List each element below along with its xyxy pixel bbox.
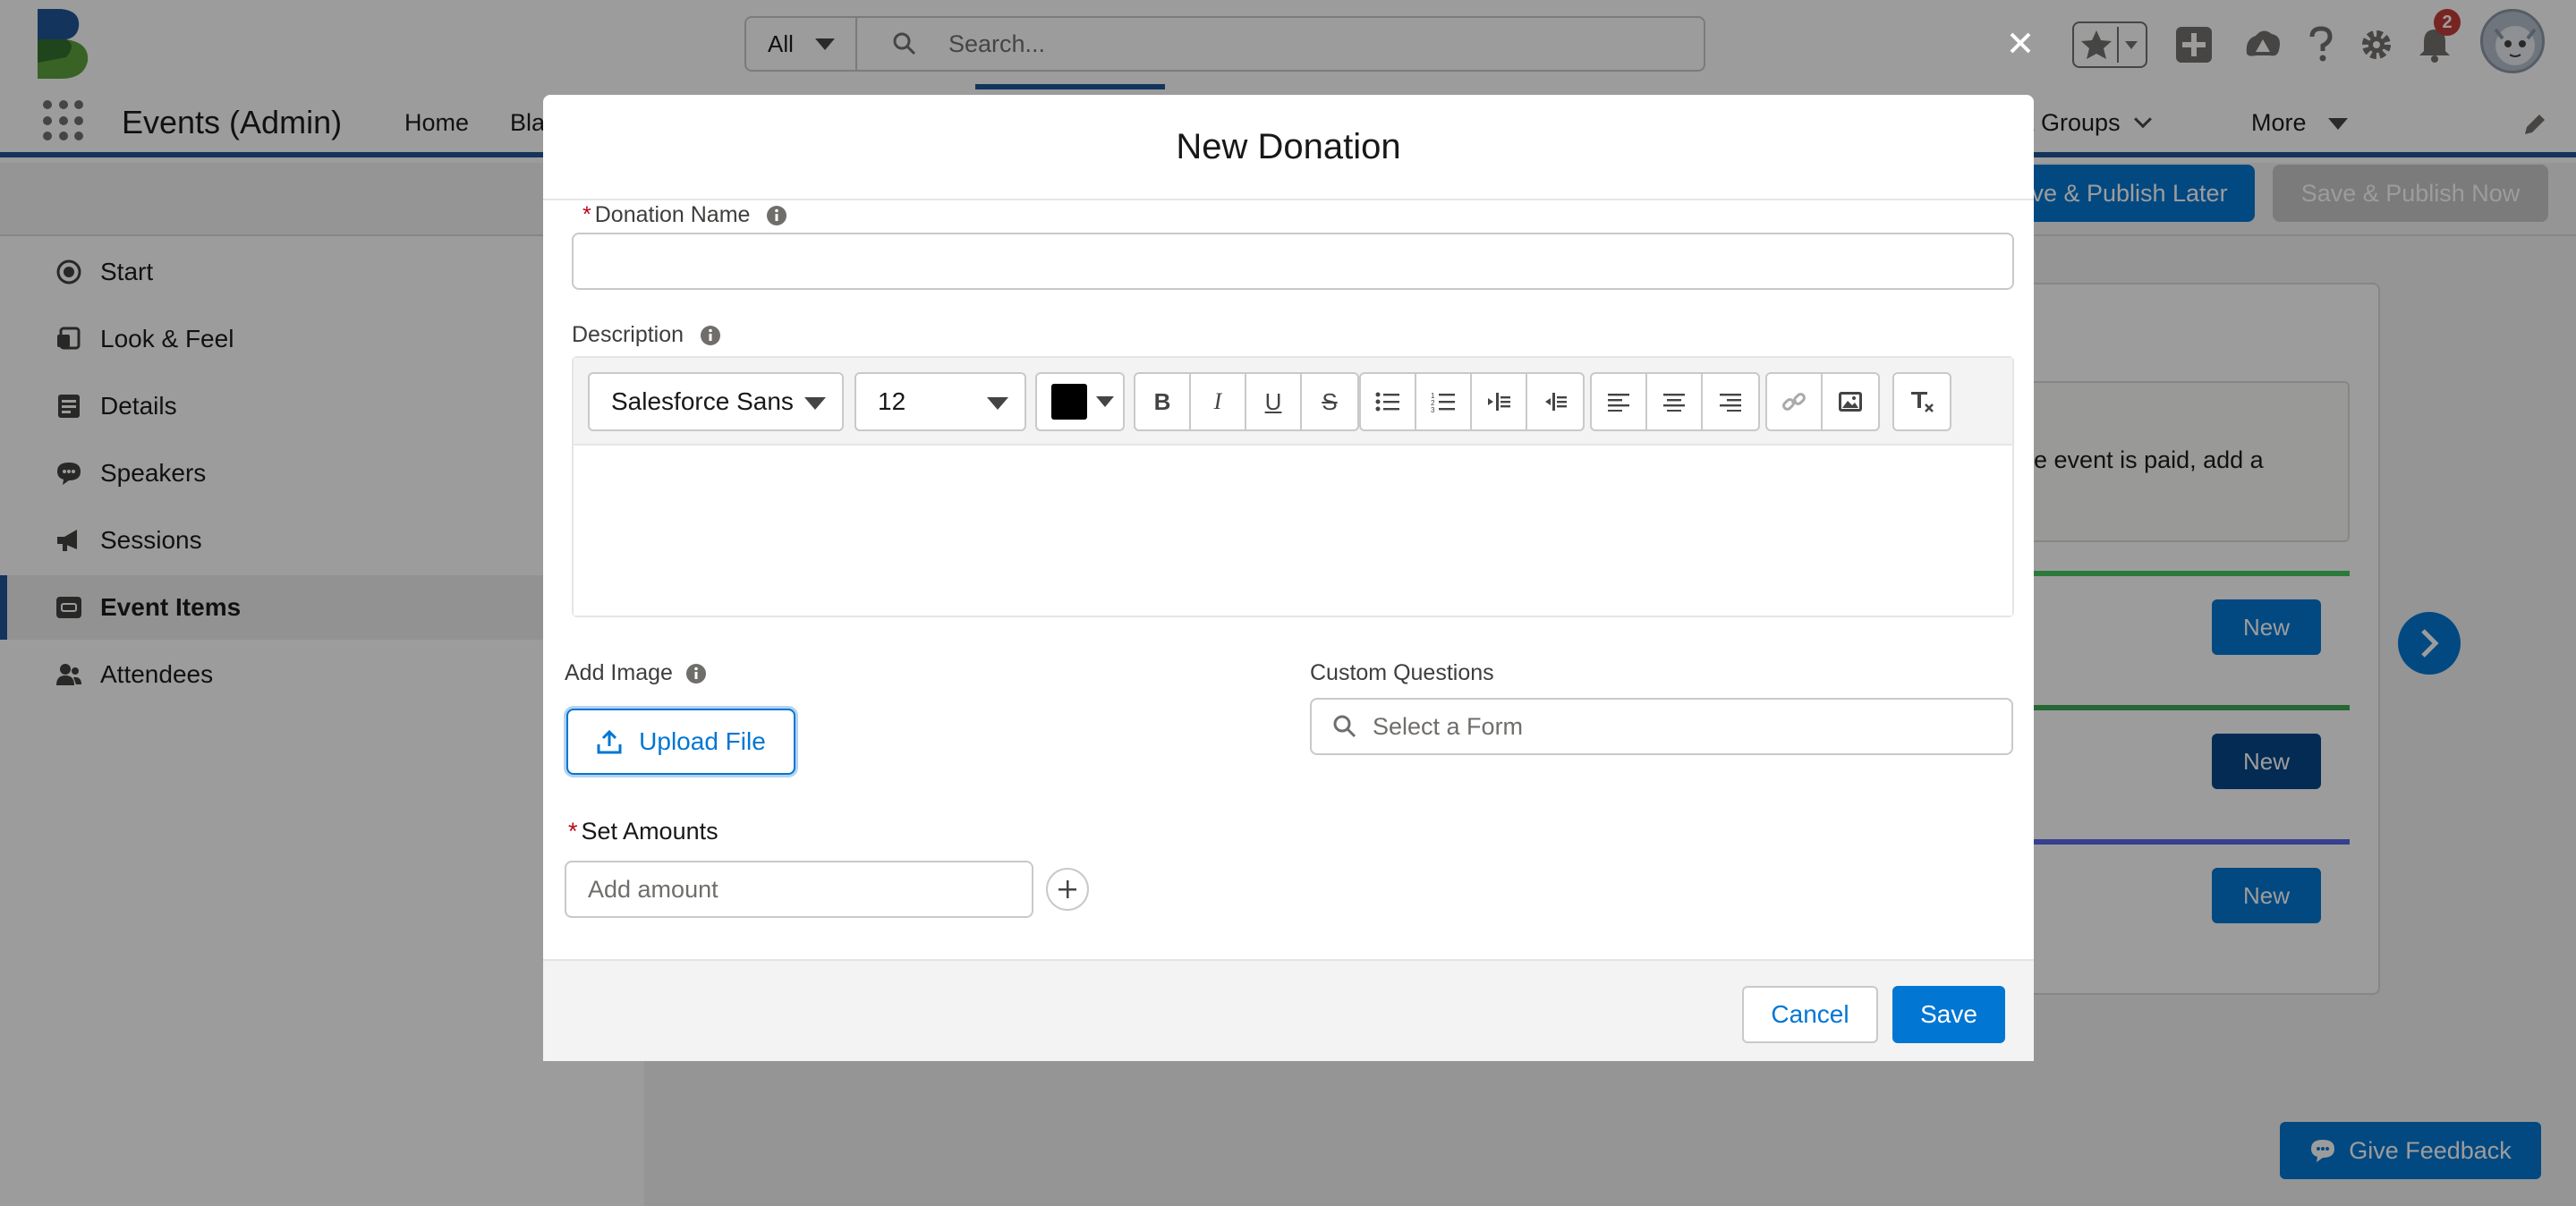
info-icon[interactable]	[700, 325, 721, 346]
font-color-picker[interactable]	[1035, 372, 1125, 431]
info-icon[interactable]	[685, 663, 707, 684]
add-amount-input[interactable]: Add amount	[565, 861, 1033, 918]
plus-icon	[1058, 880, 1076, 898]
underline-button[interactable]: U	[1246, 374, 1302, 429]
align-left-icon	[1608, 394, 1629, 412]
numbered-list-icon: 123	[1431, 392, 1455, 412]
add-amount-button[interactable]	[1046, 868, 1089, 911]
color-swatch	[1051, 384, 1087, 420]
image-icon	[1839, 392, 1862, 412]
description-rich-text-editor: Salesforce Sans 12 B I U S 1 2 3	[572, 356, 2014, 617]
caret-down-icon	[987, 397, 1008, 410]
indent-button[interactable]	[1472, 374, 1527, 429]
select-form-lookup[interactable]: Select a Form	[1310, 698, 2013, 755]
custom-questions-label: Custom Questions	[1310, 660, 1494, 685]
link-icon	[1782, 393, 1806, 411]
info-icon[interactable]	[766, 205, 787, 226]
align-right-icon	[1720, 394, 1741, 412]
insert-image-button[interactable]	[1823, 374, 1878, 429]
modal-body: * Donation Name Description Salesforce S…	[543, 200, 2034, 1052]
svg-text:3: 3	[1431, 406, 1435, 412]
insert-group	[1765, 372, 1880, 431]
align-group	[1590, 372, 1760, 431]
caret-down-icon	[1096, 396, 1114, 407]
donation-name-input[interactable]	[572, 233, 2014, 290]
add-image-label: Add Image	[565, 660, 707, 686]
description-label: Description	[572, 322, 721, 348]
align-center-button[interactable]	[1647, 374, 1703, 429]
numbered-list-button[interactable]: 123	[1416, 374, 1472, 429]
outdent-button[interactable]	[1527, 374, 1583, 429]
align-center-icon	[1663, 394, 1685, 412]
outdent-icon	[1545, 393, 1567, 411]
font-family-select[interactable]: Salesforce Sans	[588, 372, 844, 431]
font-size-select[interactable]: 12	[854, 372, 1026, 431]
list-format-group: 123	[1359, 372, 1585, 431]
close-modal-button[interactable]	[2004, 27, 2036, 59]
save-button[interactable]: Save	[1892, 986, 2005, 1043]
new-donation-modal: New Donation * Donation Name Description…	[543, 95, 2034, 1061]
donation-name-label: * Donation Name	[582, 202, 787, 228]
upload-icon	[597, 729, 622, 754]
set-amounts-label: * Set Amounts	[568, 818, 718, 845]
upload-file-button[interactable]: Upload File	[566, 709, 795, 775]
rte-toolbar: Salesforce Sans 12 B I U S 1 2 3	[574, 358, 2012, 446]
cancel-button[interactable]: Cancel	[1742, 986, 1878, 1043]
align-right-button[interactable]	[1703, 374, 1758, 429]
description-editor-area[interactable]	[574, 446, 2012, 616]
bullet-list-icon	[1375, 392, 1399, 412]
clear-formatting-icon	[1911, 392, 1934, 412]
indent-icon	[1488, 393, 1510, 411]
clear-formatting-button[interactable]	[1894, 374, 1950, 429]
strikethrough-button[interactable]: S	[1302, 374, 1357, 429]
modal-title: New Donation	[1176, 126, 1401, 166]
modal-footer: Cancel Save	[543, 959, 2034, 1061]
bold-button[interactable]: B	[1135, 374, 1191, 429]
search-icon	[1333, 715, 1356, 738]
close-icon	[2010, 32, 2031, 54]
clear-format-group	[1892, 372, 1951, 431]
text-format-group: B I U S	[1134, 372, 1359, 431]
align-left-button[interactable]	[1592, 374, 1647, 429]
caret-down-icon	[804, 397, 826, 410]
italic-button[interactable]: I	[1191, 374, 1246, 429]
modal-header: New Donation	[543, 95, 2034, 200]
insert-link-button[interactable]	[1767, 374, 1823, 429]
bullet-list-button[interactable]	[1361, 374, 1416, 429]
